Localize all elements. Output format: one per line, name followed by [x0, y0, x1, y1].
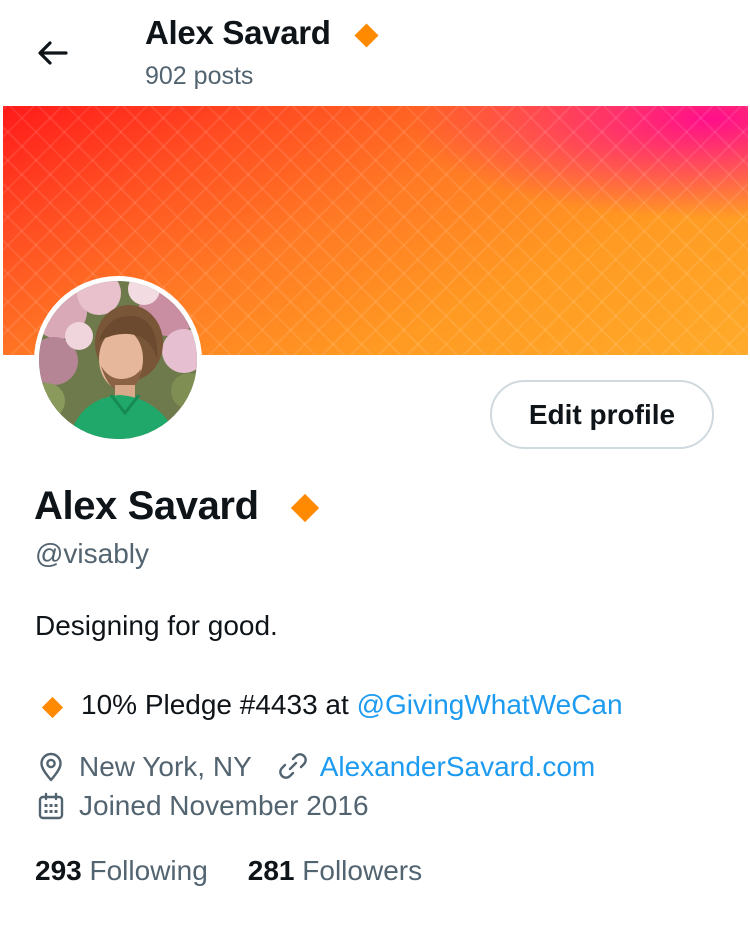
calendar-icon [38, 792, 64, 820]
edit-profile-button[interactable]: Edit profile [490, 380, 714, 449]
location-text: New York, NY [79, 751, 252, 782]
header-name: Alex Savard [145, 14, 331, 51]
top-bar: Alex Savard 902 posts [0, 0, 750, 105]
pledge-text: 10% Pledge #4433 at [81, 689, 357, 720]
pledge-line: 10% Pledge #4433 at @GivingWhatWeCan [81, 689, 623, 721]
joined-date-text: Joined November 2016 [79, 790, 369, 821]
map-pin-icon [40, 752, 62, 782]
link-icon [278, 753, 307, 779]
display-name: Alex Savard [34, 484, 259, 528]
user-handle: @visably [35, 538, 150, 569]
verified-diamond-icon[interactable] [290, 493, 320, 523]
location-and-website-row: New York, NY AlexanderSavard.com [35, 751, 595, 783]
verified-diamond-icon [354, 23, 379, 48]
header-post-count: 902 posts [145, 62, 254, 90]
giving-what-we-can-mention-link[interactable]: @GivingWhatWeCan [357, 689, 623, 720]
avatar[interactable] [39, 281, 197, 439]
joined-row: Joined November 2016 [35, 790, 369, 822]
followers-link[interactable]: 281 Followers [248, 855, 422, 887]
back-arrow-icon[interactable] [30, 32, 74, 76]
pledge-diamond-icon [41, 696, 64, 719]
website-link[interactable]: AlexanderSavard.com [320, 751, 595, 783]
following-link[interactable]: 293 Following [35, 855, 208, 887]
follow-stats: 293 Following 281 Followers [35, 855, 422, 887]
bio-text: Designing for good. [35, 610, 278, 641]
